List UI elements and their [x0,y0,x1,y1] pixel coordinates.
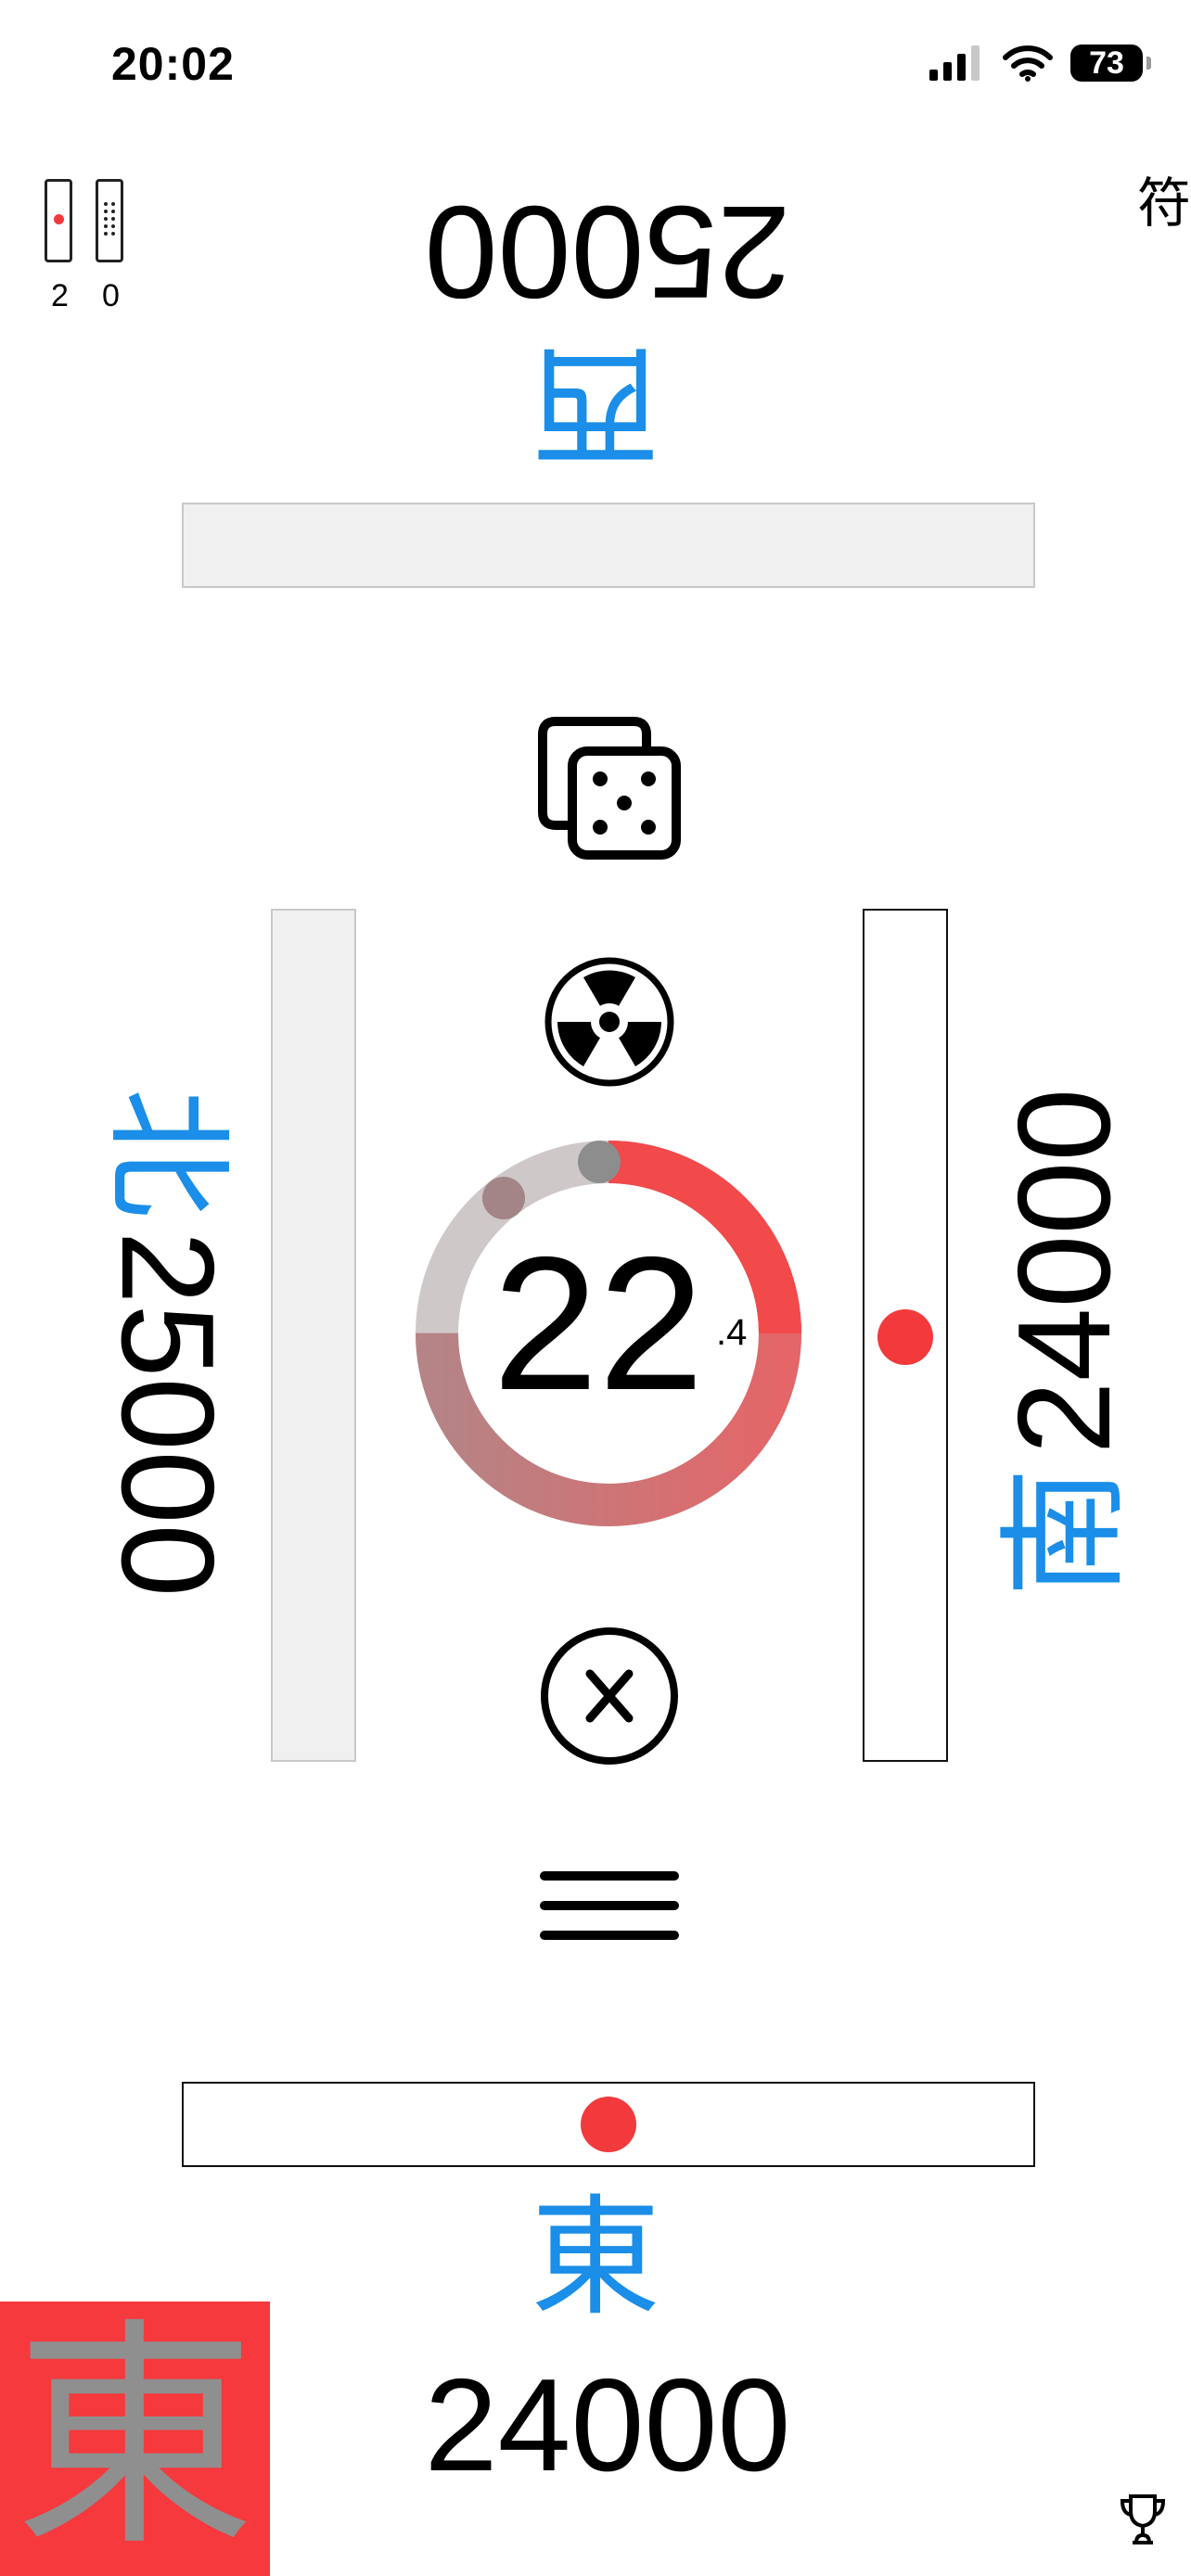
timer-ring-start-cap [578,1141,621,1183]
dice-icon[interactable] [535,714,684,862]
west-score[interactable]: 25000 [390,178,826,325]
riichi-stick-count: 2 [51,278,69,313]
west-wind-label: 西 [530,331,660,477]
south-wind-label: 南 [992,1467,1137,1598]
east-score[interactable]: 24000 [390,2360,826,2492]
trophy-icon[interactable] [1118,2493,1168,2546]
round-indicator[interactable]: 東 [0,2302,270,2576]
south-score: 24000 [991,1088,1138,1455]
timer-ring-end-cap [482,1177,525,1219]
north-player-label[interactable]: 北 25000 [93,990,241,1695]
north-riichi-bar[interactable] [271,909,356,1762]
timer-decimal: .4 [716,1312,748,1353]
battery-indicator: 73 [1070,45,1151,82]
north-wind-label: 北 [95,1088,240,1218]
south-riichi-indicator [877,1309,933,1365]
timer-seconds: 22 [492,1218,705,1430]
south-riichi-bar[interactable] [863,909,948,1762]
east-riichi-bar[interactable] [182,2082,1035,2167]
battery-level: 73 [1089,45,1124,81]
cellular-signal-icon [929,45,980,81]
honba-stick-icon [96,179,123,262]
status-icons: 73 [929,45,1151,82]
west-riichi-bar[interactable] [182,503,1035,588]
honba-stick-count: 0 [102,278,120,313]
east-riichi-indicator [581,2097,636,2152]
fu-button[interactable]: 符 [1137,159,1191,237]
menu-icon[interactable] [538,1864,681,1947]
close-circle-icon[interactable] [538,1625,681,1767]
east-wind-label: 東 [531,2185,661,2330]
south-player-label[interactable]: 南 24000 [991,990,1139,1695]
riichi-stick-icon [45,179,72,262]
round-wind-label: 東 [14,2304,256,2573]
north-score: 25000 [94,1231,241,1598]
status-time: 20:02 [111,38,235,90]
radiation-icon[interactable] [543,955,676,1089]
wifi-icon [1003,45,1053,82]
